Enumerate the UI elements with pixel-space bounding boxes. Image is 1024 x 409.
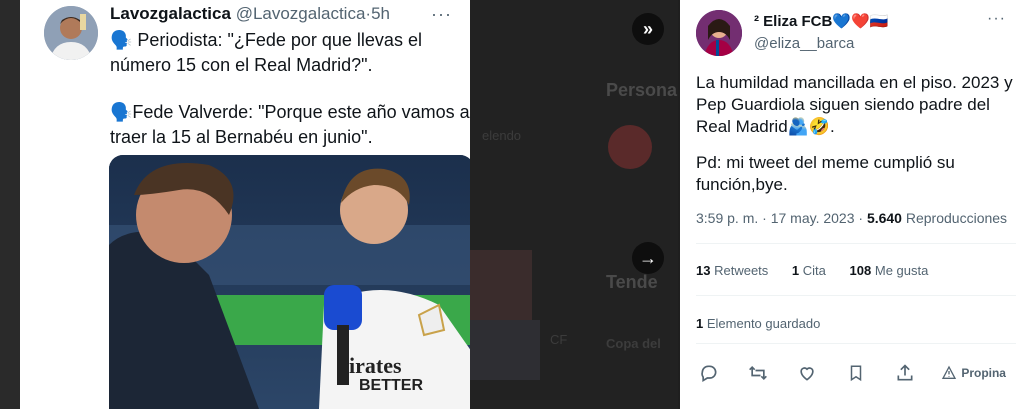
expand-button[interactable]: » <box>632 13 664 45</box>
timestamp[interactable]: 3:59 p. m. · 17 may. 2023 · <box>696 210 867 226</box>
likes-stat[interactable]: 108 Me gusta <box>850 263 929 278</box>
divider <box>696 343 1016 344</box>
divider <box>696 295 1016 296</box>
tip-label: Propina <box>961 366 1006 380</box>
jersey-text: BETTER <box>359 377 423 394</box>
quotes-count: 1 <box>791 263 800 278</box>
author-handle[interactable]: @eliza__barca <box>754 35 854 52</box>
retweets-count: 13 <box>696 263 711 278</box>
quotes-stat[interactable]: 1 Cita <box>792 263 826 278</box>
tweet-text: La humildad mancillada en el piso. 2023 … <box>696 72 1016 210</box>
ghost-trends-heading: Tende <box>606 272 658 292</box>
retweet-icon <box>749 365 767 381</box>
ghost-image <box>470 250 532 320</box>
quotes-label: Cita <box>802 263 826 278</box>
background-left <box>0 0 20 409</box>
ghost-heading: Persona <box>606 80 678 100</box>
saved-count: 1 <box>696 316 704 331</box>
likes-count: 108 <box>849 263 872 278</box>
engagement-stats: 13 Retweets 1 Cita 108 Me gusta <box>696 263 948 278</box>
left-tweet-card[interactable]: Lavozgalactica @Lavozgalactica·5h ··· 🗣️… <box>20 0 470 409</box>
retweets-stat[interactable]: 13 Retweets <box>696 263 768 278</box>
avatar[interactable] <box>44 6 98 60</box>
avatar[interactable] <box>696 10 742 56</box>
tweet-text: 🗣️ Periodista: "¿Fede por que llevas el … <box>110 28 470 150</box>
tweet-paragraph: La humildad mancillada en el piso. 2023 … <box>696 73 1013 136</box>
author-name[interactable]: Lavozgalactica <box>110 4 231 23</box>
ghost-text: elendo <box>482 128 522 143</box>
views-label: Reproducciones <box>901 210 1008 226</box>
tweet-line: 🗣️Fede Valverde: "Porque este año vamos … <box>110 102 470 147</box>
bookmark-button[interactable] <box>843 360 869 386</box>
heart-icon <box>800 367 814 381</box>
arrow-right-icon: → <box>639 247 657 268</box>
retweet-button[interactable] <box>745 360 771 386</box>
jersey-text: irates <box>349 353 402 378</box>
tweet-paragraph: Pd: mi tweet del meme cumplió su función… <box>696 153 955 194</box>
saved-label: Elemento guardado <box>706 316 821 331</box>
divider <box>696 243 1016 244</box>
more-options-icon[interactable]: ··· <box>431 4 452 25</box>
like-button[interactable] <box>794 360 820 386</box>
tweet-time[interactable]: 5h <box>371 4 390 23</box>
retweets-label: Retweets <box>714 263 769 278</box>
tip-icon <box>942 365 957 379</box>
reply-icon <box>701 365 717 382</box>
action-bar: Propina <box>696 360 1006 386</box>
ghost-trend: Copa del <box>606 336 661 351</box>
share-button[interactable] <box>892 360 918 386</box>
ghost-image <box>470 320 540 380</box>
next-button[interactable]: → <box>632 242 664 274</box>
bookmarks-stat[interactable]: 1 Elemento guardado <box>696 316 820 331</box>
reply-button[interactable] <box>696 360 722 386</box>
double-chevron-right-icon: » <box>642 18 653 39</box>
tweet-meta: 3:59 p. m. · 17 may. 2023 · 5.640 Reprod… <box>696 210 1007 226</box>
likes-label: Me gusta <box>874 263 929 278</box>
views-count: 5.640 <box>866 210 902 226</box>
tweet-line: 🗣️ Periodista: "¿Fede por que llevas el … <box>110 30 422 75</box>
tweet-header: Lavozgalactica @Lavozgalactica·5h <box>110 4 390 24</box>
author-name[interactable]: ² Eliza FCB💙❤️🇷🇺 <box>754 12 888 30</box>
ghost-avatar <box>608 125 652 169</box>
right-tweet-card[interactable]: ² Eliza FCB💙❤️🇷🇺 @eliza__barca ··· La hu… <box>680 0 1024 409</box>
more-options-icon[interactable]: ··· <box>987 10 1006 28</box>
bookmark-icon <box>850 365 862 382</box>
tweet-photo[interactable]: irates BETTER <box>109 155 470 409</box>
author-handle[interactable]: @Lavozgalactica <box>236 4 366 23</box>
share-icon <box>897 364 913 381</box>
ghost-trend-cf: CF <box>550 332 568 347</box>
tip-button[interactable]: Propina <box>941 365 1006 381</box>
